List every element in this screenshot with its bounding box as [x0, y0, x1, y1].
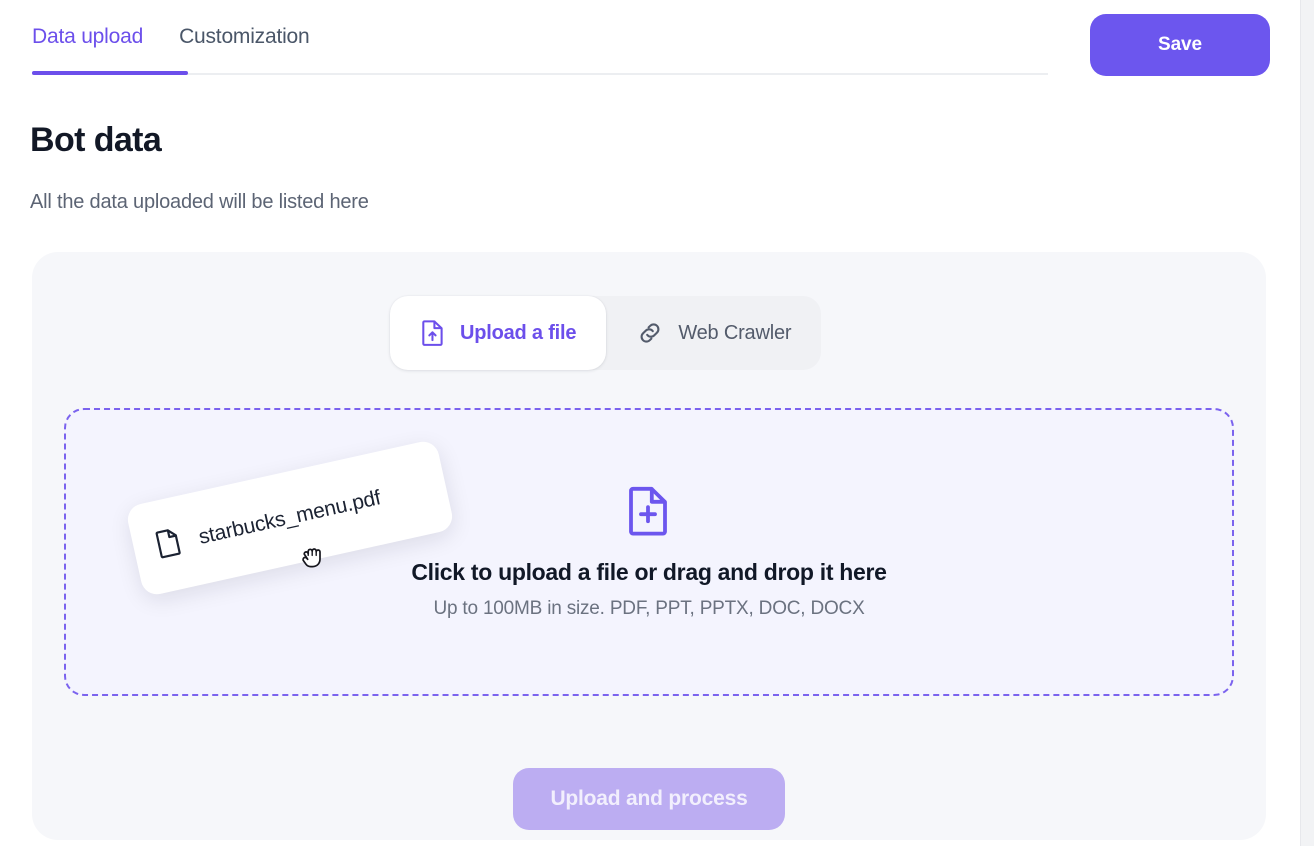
- drag-ghost-filename: starbucks_menu.pdf: [197, 486, 383, 550]
- vertical-scrollbar[interactable]: [1300, 0, 1314, 846]
- dropzone-title: Click to upload a file or drag and drop …: [411, 559, 886, 586]
- toggle-option-label: Web Crawler: [678, 322, 791, 345]
- save-button[interactable]: Save: [1090, 14, 1270, 76]
- toggle-option-web-crawler[interactable]: Web Crawler: [606, 296, 821, 370]
- document-icon: [152, 525, 185, 565]
- tab-active-indicator: [32, 71, 188, 75]
- data-source-toggle: Upload a file Web Crawler: [390, 296, 821, 370]
- page-subtitle: All the data uploaded will be listed her…: [30, 188, 369, 216]
- file-upload-icon: [420, 319, 446, 347]
- toggle-option-label: Upload a file: [460, 322, 576, 345]
- file-plus-icon: [625, 484, 673, 543]
- page-title: Bot data: [30, 118, 161, 162]
- dropzone-subtitle: Up to 100MB in size. PDF, PPT, PPTX, DOC…: [433, 598, 864, 620]
- tab-data-upload[interactable]: Data upload: [32, 14, 143, 60]
- tab-customization[interactable]: Customization: [179, 14, 309, 60]
- link-chain-icon: [636, 319, 664, 347]
- scrollbar-track-divider: [1300, 0, 1301, 846]
- toggle-option-upload-a-file[interactable]: Upload a file: [390, 296, 606, 370]
- tab-bar: Data upload Customization: [32, 14, 1048, 76]
- page-root: Data upload Customization Save Bot data …: [0, 0, 1288, 846]
- upload-and-process-button[interactable]: Upload and process: [513, 768, 785, 830]
- tab-list: Data upload Customization: [32, 14, 1048, 60]
